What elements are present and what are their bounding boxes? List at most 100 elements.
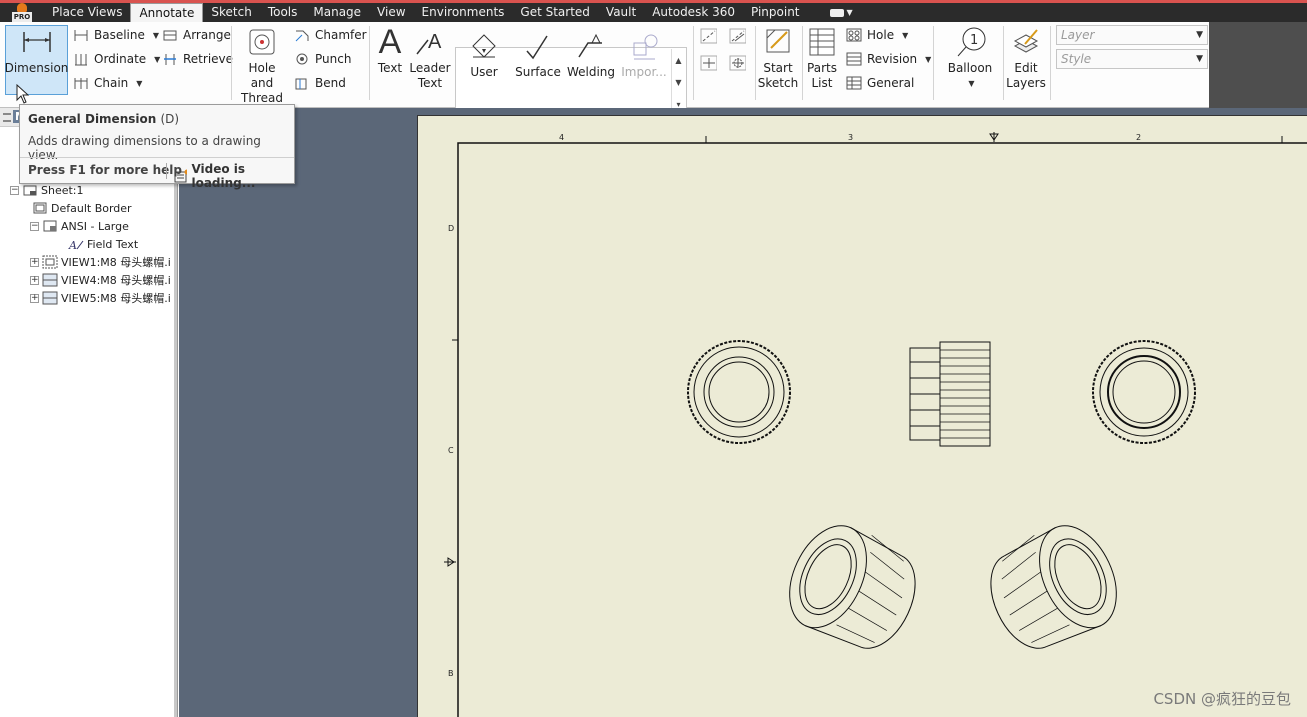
tree-item-label: VIEW4:M8 母头螺帽.i (61, 274, 171, 287)
baseline-button[interactable]: Baseline ▼ (72, 26, 159, 44)
tree-item-label: Sheet:1 (41, 183, 84, 197)
arrange-icon (161, 27, 178, 43)
center-mark-button[interactable] (700, 54, 717, 72)
text-button[interactable]: A Text (374, 25, 406, 76)
tooltip-video-link[interactable]: Video is loading... (174, 162, 294, 190)
import-symbol-button[interactable]: Impor... (620, 30, 668, 80)
chevron-down-icon: ▼ (968, 79, 975, 88)
surface-texture-icon (522, 30, 554, 62)
tree-item-label: VIEW1:M8 母头螺帽.i (61, 256, 171, 269)
ribbon-display-toggle[interactable]: ▼ (829, 8, 853, 17)
retrieve-button[interactable]: Retrieve (161, 50, 233, 68)
revision-table-label: Revision (867, 52, 918, 66)
tab-environments[interactable]: Environments (414, 3, 513, 22)
retrieve-icon (161, 51, 178, 67)
tab-vault[interactable]: Vault (598, 3, 644, 22)
tab-place-views[interactable]: Place Views (44, 3, 130, 22)
welding-button[interactable]: Welding (567, 30, 615, 80)
arrange-button[interactable]: Arrange (161, 26, 231, 44)
tab-tools[interactable]: Tools (260, 3, 306, 22)
tooltip-help-text: Press F1 for more help (28, 163, 182, 177)
layer-select[interactable]: Layer ▼ (1056, 25, 1208, 45)
menu-bar: PRO Place Views Annotate Sketch Tools Ma… (0, 0, 1307, 22)
bend-button[interactable]: Bend (293, 74, 346, 92)
import-symbol-icon (628, 30, 660, 62)
tooltip-shortcut: (D) (160, 112, 180, 126)
tree-item-default-border[interactable]: Default Border (32, 200, 132, 216)
expand-icon[interactable]: + (30, 293, 39, 303)
app-logo-button[interactable]: PRO (0, 3, 44, 22)
gallery-scroll[interactable]: ▲ ▼ ▾ (671, 49, 685, 115)
centerline-icon (700, 28, 717, 44)
chamfer-button[interactable]: Chamfer (293, 26, 367, 44)
part-view-front (687, 340, 791, 444)
collapse-icon[interactable]: − (30, 221, 39, 231)
edit-layers-label-line2: Layers (1006, 76, 1046, 90)
edit-layers-label-line1: Edit (1014, 61, 1038, 75)
parts-list-label-line1: Parts (807, 61, 837, 75)
scroll-up-icon[interactable]: ▲ (675, 56, 681, 65)
tab-view[interactable]: View (369, 3, 413, 22)
expand-icon[interactable]: + (30, 257, 39, 267)
tree-item-title-block[interactable]: − ANSI - Large (30, 218, 129, 234)
chevron-down-icon: ▼ (154, 54, 161, 64)
ordinate-dimension-icon (72, 51, 89, 67)
style-select[interactable]: Style ▼ (1056, 49, 1208, 69)
svg-text:A: A (68, 239, 77, 250)
tab-sketch[interactable]: Sketch (203, 3, 259, 22)
leader-text-label-line2: Text (417, 76, 443, 90)
tree-item-view1[interactable]: + VIEW1:M8 母头螺帽.i (30, 254, 171, 270)
centerline-button[interactable] (700, 27, 717, 45)
centerline-bisector-button[interactable] (729, 27, 746, 45)
hole-table-button[interactable]: Hole ▼ (845, 26, 908, 44)
tab-autodesk-360[interactable]: Autodesk 360 (644, 3, 743, 22)
surface-button[interactable]: Surface (515, 30, 561, 80)
center-mark-left-icon (444, 557, 456, 567)
browser-menu-icon[interactable] (3, 113, 11, 122)
tree-item-field-text[interactable]: A Field Text (68, 236, 138, 252)
chevron-down-icon: ▼ (1196, 30, 1203, 40)
start-sketch-label-line2: Sketch (757, 76, 799, 90)
collapse-icon[interactable]: − (10, 185, 19, 195)
hole-thread-label-line1: Hole and (248, 61, 276, 90)
leader-text-label-line1: Leader (409, 61, 451, 75)
general-table-button[interactable]: General (845, 74, 914, 92)
centered-pattern-button[interactable] (729, 54, 746, 72)
browser-scrollbar[interactable] (174, 127, 177, 717)
leader-text-button[interactable]: A Leader Text (409, 26, 451, 91)
start-sketch-button[interactable]: Start Sketch (758, 26, 798, 91)
tooltip-video-label: Video is loading... (191, 162, 256, 190)
balloon-label: Balloon (947, 61, 993, 75)
tree-item-view4[interactable]: + VIEW4:M8 母头螺帽.i (30, 272, 171, 288)
hole-and-thread-button[interactable]: Hole and Thread (236, 26, 288, 106)
tab-pinpoint[interactable]: Pinpoint (743, 3, 808, 22)
tooltip-divider (20, 157, 294, 158)
welding-symbol-icon (575, 30, 607, 62)
model-browser: M − Sheet:1 Default Border − ANSI - Larg… (0, 108, 178, 717)
ordinate-button[interactable]: Ordinate ▼ (72, 50, 160, 68)
watermark: CSDN @疯狂的豆包 (1153, 690, 1291, 708)
balloon-button[interactable]: 1 Balloon ▼ (946, 26, 994, 91)
scroll-down-icon[interactable]: ▼ (675, 78, 681, 87)
parts-list-button[interactable]: Parts List (804, 26, 840, 91)
tab-annotate[interactable]: Annotate (130, 3, 204, 22)
surface-label: Surface (515, 65, 561, 79)
import-symbol-label: Impor... (621, 65, 667, 79)
drawing-sheet[interactable]: 4 3 2 D C B (417, 115, 1307, 717)
dimension-button[interactable]: Dimension (5, 25, 68, 95)
user-symbol-button[interactable]: User (464, 30, 504, 80)
baseline-dimension-icon (72, 27, 89, 43)
balloon-icon: 1 (954, 26, 986, 58)
panel-separator (369, 26, 370, 100)
tab-get-started[interactable]: Get Started (512, 3, 598, 22)
edit-layers-button[interactable]: Edit Layers (1006, 26, 1046, 91)
expand-icon[interactable]: + (30, 275, 39, 285)
punch-button[interactable]: Punch (293, 50, 351, 68)
tree-item-sheet[interactable]: − Sheet:1 (10, 182, 84, 198)
arrange-label: Arrange (183, 28, 231, 42)
revision-table-button[interactable]: Revision ▼ (845, 50, 931, 68)
chain-button[interactable]: Chain ▼ (72, 74, 142, 92)
parts-list-label-line2: List (811, 76, 833, 90)
tab-manage[interactable]: Manage (305, 3, 369, 22)
tree-item-view5[interactable]: + VIEW5:M8 母头螺帽.i (30, 290, 171, 306)
